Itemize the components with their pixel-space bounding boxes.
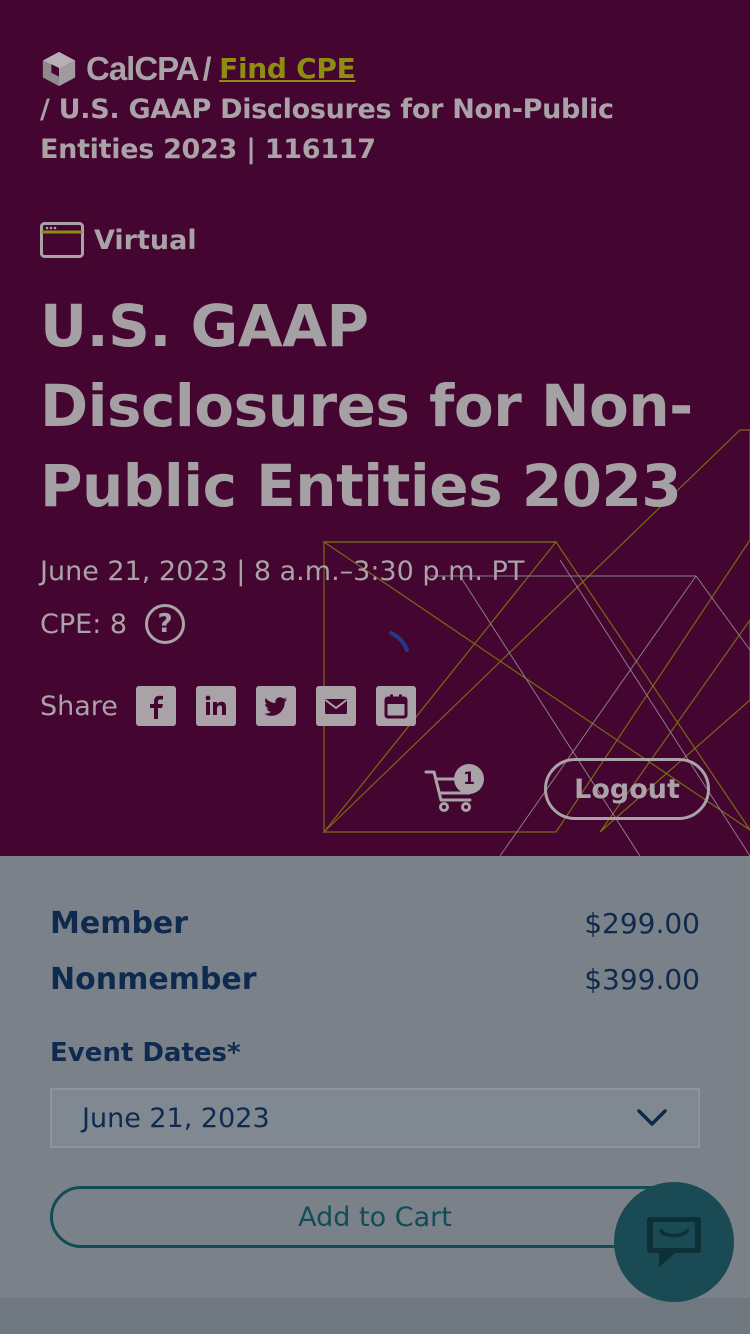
nonmember-price-row: Nonmember $399.00 (50, 962, 700, 997)
selected-date: June 21, 2023 (82, 1102, 270, 1134)
cart-count-badge: 1 (454, 764, 484, 794)
find-cpe-link[interactable]: Find CPE (219, 49, 356, 89)
calcpa-cube-icon (42, 51, 76, 87)
chat-bubble-icon (647, 1217, 701, 1267)
calendar-icon[interactable] (375, 686, 416, 726)
help-icon[interactable]: ? (145, 604, 186, 644)
chevron-down-icon (637, 1109, 667, 1126)
facebook-icon[interactable] (135, 686, 176, 726)
email-icon[interactable] (315, 686, 356, 726)
event-dates-label: Event Dates* (50, 1038, 241, 1068)
browser-window-icon (40, 222, 84, 258)
event-date-select[interactable]: June 21, 2023 (50, 1088, 700, 1148)
breadcrumb-current: / U.S. GAAP Disclosures for Non-Public E… (40, 94, 614, 165)
member-price: $299.00 (584, 907, 700, 940)
logout-button[interactable]: Logout (544, 758, 710, 820)
logo-text: CalCPA (86, 50, 200, 87)
cpe-label: CPE: 8 (40, 608, 128, 640)
page-footer-strip (0, 1298, 750, 1334)
event-hero: CalCPA / Find CPE / U.S. GAAP Disclosure… (0, 0, 750, 856)
add-to-cart-button[interactable]: Add to Cart (50, 1186, 700, 1248)
share-label: Share (40, 690, 118, 722)
member-label: Member (50, 906, 189, 941)
chat-button[interactable] (614, 1182, 734, 1302)
breadcrumb: CalCPA / Find CPE / U.S. GAAP Disclosure… (40, 48, 720, 170)
nonmember-label: Nonmember (50, 962, 257, 997)
event-date-time: June 21, 2023 | 8 a.m.–3:30 p.m. PT (40, 556, 525, 587)
cpe-credits: CPE: 8 ? (40, 604, 186, 644)
loading-spinner-icon (389, 631, 409, 652)
format-label: Virtual (94, 224, 197, 256)
nonmember-price: $399.00 (584, 963, 700, 996)
member-price-row: Member $299.00 (50, 906, 700, 941)
event-format: Virtual (40, 222, 197, 258)
twitter-icon[interactable] (255, 686, 296, 726)
share-bar: Share (40, 686, 436, 726)
calcpa-logo[interactable]: CalCPA (40, 49, 200, 89)
breadcrumb-separator: / (202, 51, 212, 87)
event-title: U.S. GAAP Disclosures for Non-Public Ent… (40, 292, 693, 520)
linkedin-icon[interactable] (195, 686, 236, 726)
